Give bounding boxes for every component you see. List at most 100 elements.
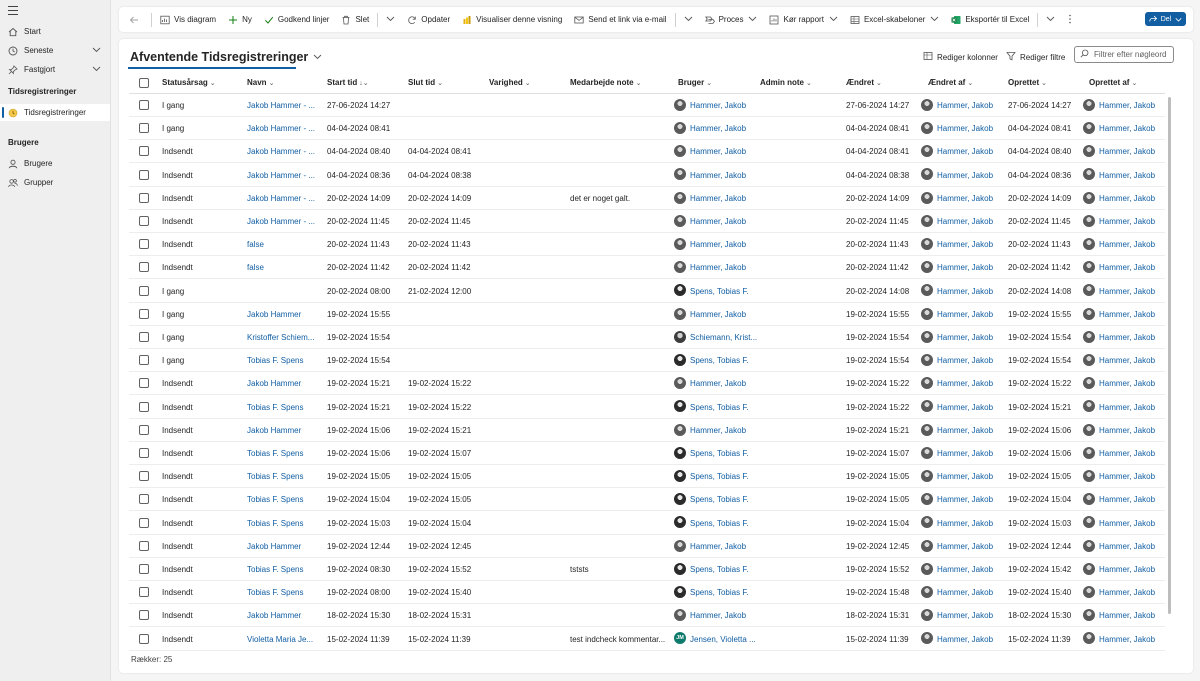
- cell-created-by[interactable]: Hammer, Jakob: [1083, 164, 1165, 187]
- cell-user-text[interactable]: Spens, Tobias F.: [690, 403, 749, 412]
- more-commands-button[interactable]: [1061, 7, 1079, 32]
- more-delete-dropdown[interactable]: [380, 7, 401, 32]
- cell-changed-by[interactable]: Hammer, Jakob: [921, 628, 1005, 651]
- row-checkbox[interactable]: [139, 448, 149, 458]
- cell-created-by-text[interactable]: Hammer, Jakob: [1099, 565, 1155, 574]
- cell-name[interactable]: Jakob Hammer - ...: [247, 187, 321, 210]
- cell-name[interactable]: Jakob Hammer - ...: [247, 94, 321, 117]
- cell-name-text[interactable]: Jakob Hammer - ...: [247, 147, 315, 156]
- cell-created-by[interactable]: Hammer, Jakob: [1083, 210, 1165, 233]
- column-header-navn[interactable]: Navn ⌄: [247, 72, 274, 94]
- row-checkbox[interactable]: [139, 401, 149, 412]
- table-row[interactable]: Indsendt false 20-02-2024 11:42 20-02-2024 …: [129, 256, 1165, 280]
- cell-changed-by-text[interactable]: Hammer, Jakob: [937, 263, 993, 272]
- cell-created-by-text[interactable]: Hammer, Jakob: [1099, 356, 1155, 365]
- cell-user-text[interactable]: Hammer, Jakob: [690, 263, 746, 272]
- cell-changed-by-text[interactable]: Hammer, Jakob: [937, 519, 993, 528]
- cell-changed-by-text[interactable]: Hammer, Jakob: [937, 217, 993, 226]
- table-row[interactable]: Indsendt Tobias F. Spens 19-02-2024 15:04 1…: [129, 488, 1165, 512]
- cell-created-by-text[interactable]: Hammer, Jakob: [1099, 403, 1155, 412]
- cell-changed-by-text[interactable]: Hammer, Jakob: [937, 611, 993, 620]
- cell-changed-by[interactable]: Hammer, Jakob: [921, 256, 1005, 279]
- cell-user-text[interactable]: Hammer, Jakob: [690, 101, 746, 110]
- cell-user-text[interactable]: Hammer, Jakob: [690, 147, 746, 156]
- cell-name-text[interactable]: Jakob Hammer - ...: [247, 124, 315, 133]
- cell-changed-by-text[interactable]: Hammer, Jakob: [937, 101, 993, 110]
- more-link-dropdown[interactable]: [678, 7, 699, 32]
- cell-changed-by[interactable]: Hammer, Jakob: [921, 233, 1005, 256]
- cell-name-text[interactable]: Tobias F. Spens: [247, 565, 303, 574]
- sidebar-item-tidsregistreringer[interactable]: Tidsregistreringer: [0, 104, 110, 121]
- sidebar-item-grupper[interactable]: Grupper: [0, 174, 110, 191]
- row-checkbox[interactable]: [139, 517, 149, 528]
- cell-changed-by-text[interactable]: Hammer, Jakob: [937, 356, 993, 365]
- approve-lines-button[interactable]: Godkend linjer: [258, 7, 336, 32]
- cell-user[interactable]: Hammer, Jakob: [674, 140, 758, 163]
- cell-changed-by-text[interactable]: Hammer, Jakob: [937, 635, 993, 644]
- cell-changed-by-text[interactable]: Hammer, Jakob: [937, 124, 993, 133]
- cell-user[interactable]: JM Jensen, Violetta ...: [674, 628, 758, 651]
- cell-name-text[interactable]: Tobias F. Spens: [247, 403, 303, 412]
- cell-changed-by[interactable]: Hammer, Jakob: [921, 396, 1005, 419]
- table-row[interactable]: I gang Jakob Hammer 19-02-2024 15:55 Hammer…: [129, 303, 1165, 326]
- cell-changed-by[interactable]: Hammer, Jakob: [921, 372, 1005, 395]
- column-header-slut-tid[interactable]: Slut tid ⌄: [408, 72, 443, 94]
- cell-changed-by[interactable]: Hammer, Jakob: [921, 349, 1005, 372]
- select-all-checkbox[interactable]: [139, 78, 149, 88]
- process-button[interactable]: Proces: [699, 7, 764, 32]
- table-row[interactable]: Indsendt Jakob Hammer - ... 20-02-2024 14:…: [129, 187, 1165, 210]
- cell-user-text[interactable]: Spens, Tobias F.: [690, 519, 749, 528]
- cell-name-text[interactable]: Jakob Hammer: [247, 310, 301, 319]
- table-row[interactable]: Indsendt Jakob Hammer - ... 20-02-2024 11:…: [129, 210, 1165, 233]
- column-header-bruger[interactable]: Bruger ⌄: [678, 72, 712, 94]
- cell-user-text[interactable]: Spens, Tobias F.: [690, 495, 749, 504]
- cell-user-text[interactable]: Hammer, Jakob: [690, 426, 746, 435]
- row-checkbox[interactable]: [139, 332, 149, 342]
- cell-changed-by[interactable]: Hammer, Jakob: [921, 187, 1005, 210]
- cell-changed-by[interactable]: Hammer, Jakob: [921, 442, 1005, 465]
- cell-name[interactable]: Tobias F. Spens: [247, 465, 321, 488]
- back-button[interactable]: [119, 7, 149, 32]
- row-checkbox[interactable]: [139, 239, 149, 250]
- excel-templates-button[interactable]: Excel-skabeloner: [844, 7, 945, 32]
- cell-created-by[interactable]: Hammer, Jakob: [1083, 94, 1165, 117]
- cell-user-text[interactable]: Hammer, Jakob: [690, 240, 746, 249]
- row-checkbox[interactable]: [139, 192, 149, 203]
- cell-name[interactable]: false: [247, 233, 321, 256]
- table-row[interactable]: Indsendt Jakob Hammer 19-02-2024 12:44 19-0…: [129, 535, 1165, 558]
- row-checkbox[interactable]: [139, 424, 149, 435]
- cell-changed-by[interactable]: Hammer, Jakob: [921, 117, 1005, 140]
- cell-changed-by[interactable]: Hammer, Jakob: [921, 488, 1005, 511]
- cell-name[interactable]: Jakob Hammer: [247, 535, 321, 558]
- cell-created-by-text[interactable]: Hammer, Jakob: [1099, 635, 1155, 644]
- cell-user-text[interactable]: Spens, Tobias F.: [690, 588, 749, 597]
- cell-name-text[interactable]: Jakob Hammer: [247, 426, 301, 435]
- cell-changed-by[interactable]: Hammer, Jakob: [921, 210, 1005, 233]
- table-row[interactable]: I gang Jakob Hammer - ... 04-04-2024 08:41…: [129, 117, 1165, 141]
- cell-name-text[interactable]: false: [247, 263, 264, 272]
- cell-created-by-text[interactable]: Hammer, Jakob: [1099, 287, 1155, 296]
- cell-user[interactable]: Spens, Tobias F.: [674, 581, 758, 604]
- cell-created-by[interactable]: Hammer, Jakob: [1083, 512, 1165, 535]
- cell-user[interactable]: Hammer, Jakob: [674, 117, 758, 140]
- column-header-aendret[interactable]: Ændret ⌄: [846, 72, 882, 94]
- cell-changed-by[interactable]: Hammer, Jakob: [921, 419, 1005, 442]
- cell-name-text[interactable]: Jakob Hammer - ...: [247, 101, 315, 110]
- table-row[interactable]: Indsendt Tobias F. Spens 19-02-2024 15:03 1…: [129, 512, 1165, 535]
- cell-name[interactable]: Tobias F. Spens: [247, 488, 321, 511]
- row-checkbox[interactable]: [139, 216, 149, 226]
- cell-created-by[interactable]: Hammer, Jakob: [1083, 117, 1165, 140]
- export-excel-button[interactable]: Eksportér til Excel: [945, 7, 1035, 32]
- cell-created-by[interactable]: Hammer, Jakob: [1083, 604, 1165, 627]
- cell-name-text[interactable]: false: [247, 240, 264, 249]
- cell-changed-by-text[interactable]: Hammer, Jakob: [937, 495, 993, 504]
- cell-user[interactable]: Spens, Tobias F.: [674, 465, 758, 488]
- column-header-varighed[interactable]: Varighed ⌄: [489, 72, 531, 94]
- table-row[interactable]: I gang Jakob Hammer - ... 27-06-2024 14:27…: [129, 94, 1165, 117]
- cell-created-by[interactable]: Hammer, Jakob: [1083, 396, 1165, 419]
- cell-name[interactable]: Violetta Maria Je...: [247, 628, 321, 651]
- cell-changed-by[interactable]: Hammer, Jakob: [921, 94, 1005, 117]
- cell-user[interactable]: Hammer, Jakob: [674, 164, 758, 187]
- cell-created-by-text[interactable]: Hammer, Jakob: [1099, 472, 1155, 481]
- cell-user-text[interactable]: Spens, Tobias F.: [690, 565, 749, 574]
